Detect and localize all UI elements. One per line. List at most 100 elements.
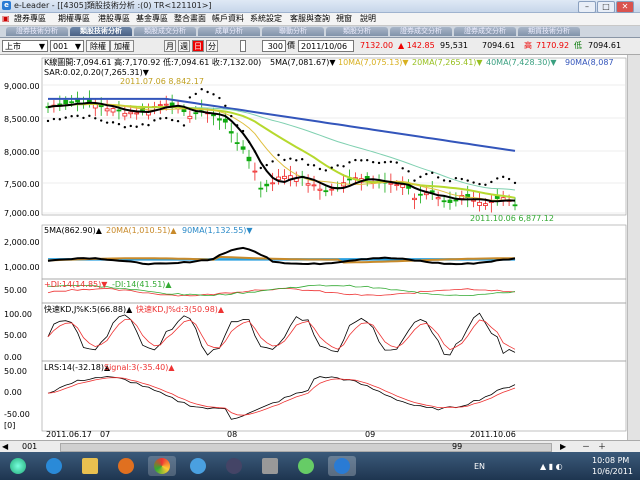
- sar-dot: [230, 114, 233, 118]
- price-tick: 8,000.00: [4, 148, 40, 157]
- candle-body: [347, 178, 352, 181]
- tab-security-trade[interactable]: 證券成交分析: [390, 27, 452, 36]
- sar-dot: [170, 118, 174, 122]
- tab-linked-analysis[interactable]: 聯動分析: [262, 27, 324, 36]
- period-month-button[interactable]: 月: [164, 40, 176, 52]
- clock-date[interactable]: 10/6/2011: [592, 467, 633, 476]
- ma90-legend: 90MA(8,087: [565, 58, 614, 67]
- market-select[interactable]: 上市 ▼: [2, 40, 48, 52]
- lrs-tick: 0.00: [4, 388, 22, 397]
- vertical-scrollbar[interactable]: [627, 55, 640, 440]
- app-icon-tool[interactable]: [256, 456, 284, 476]
- period-minute-button[interactable]: 分: [206, 40, 218, 52]
- tab-futures-tech[interactable]: 期貨技術分析: [518, 27, 580, 36]
- date-label: 2011.06.17: [46, 430, 92, 439]
- candle-body: [157, 104, 163, 107]
- zero-label: [0]: [4, 421, 15, 430]
- tab-sector-trade[interactable]: 類股成交分析: [134, 27, 196, 36]
- adjust-button[interactable]: 加權: [110, 40, 134, 52]
- sar-dot: [330, 166, 333, 169]
- menu-item-window[interactable]: 視窗: [336, 13, 352, 25]
- menu-item-service[interactable]: 客服與查詢: [290, 13, 330, 25]
- menu-item-options[interactable]: 期權專區: [58, 13, 90, 25]
- sar-dot: [46, 119, 50, 123]
- clock-time[interactable]: 10:08 PM: [592, 456, 629, 465]
- menu-item-funds[interactable]: 基金專區: [136, 13, 168, 25]
- menu-item-integrated[interactable]: 整合畫面: [174, 13, 206, 25]
- sar-dot: [283, 158, 286, 162]
- candle-body: [104, 108, 110, 112]
- count-input[interactable]: 300: [262, 40, 286, 52]
- vol-tick: 1,000.00: [4, 263, 40, 272]
- signal-legend: Signal:3(-35.40)▲: [104, 363, 175, 372]
- date-label: 09: [365, 430, 375, 439]
- sar-dot: [448, 179, 452, 183]
- app-icon-blue[interactable]: [184, 456, 212, 476]
- code-select[interactable]: 001 ▼: [50, 40, 84, 52]
- candle-body: [305, 183, 311, 186]
- sar-dot: [342, 165, 345, 168]
- technical-chart[interactable]: 9,000.00 8,500.00 8,000.00 7,500.00 7,00…: [0, 55, 627, 440]
- tab-sector-analysis[interactable]: 類股分析: [326, 27, 388, 36]
- language-indicator[interactable]: EN: [474, 462, 485, 471]
- date-label: 2011.10.06: [470, 430, 516, 439]
- start-button[interactable]: [4, 456, 32, 476]
- sar-dot: [366, 158, 369, 162]
- sar-dot: [407, 170, 410, 173]
- menu-item-hk[interactable]: 港股專區: [98, 13, 130, 25]
- candle-body: [394, 184, 400, 187]
- period-day-button[interactable]: 日: [192, 40, 204, 52]
- tab-order-analysis[interactable]: 成單分析: [198, 27, 260, 36]
- ie-icon[interactable]: [40, 456, 68, 476]
- minute-stepper[interactable]: [240, 40, 246, 52]
- app-icon: e: [2, 1, 11, 10]
- candle-body: [163, 103, 169, 106]
- minimize-button[interactable]: –: [578, 1, 596, 13]
- menu-item-account[interactable]: 帳戶資料: [212, 13, 244, 25]
- horizontal-scrollbar[interactable]: [60, 443, 552, 452]
- open-value: 7094.61: [482, 41, 516, 50]
- maximize-button[interactable]: □: [597, 1, 615, 13]
- period-week-button[interactable]: 週: [178, 40, 190, 52]
- sar-dot: [224, 104, 227, 107]
- media-player-icon[interactable]: [112, 456, 140, 476]
- sar-dot: [176, 119, 180, 123]
- tab-security-tech[interactable]: 證券技術分析: [6, 27, 68, 36]
- sar-dot: [490, 180, 493, 184]
- chart-area[interactable]: 9,000.00 8,500.00 8,000.00 7,500.00 7,00…: [0, 55, 640, 440]
- sar-dot: [188, 96, 192, 99]
- price-change: ▲ 142.85: [398, 41, 435, 50]
- sar-dot: [123, 125, 127, 129]
- sar-dot: [389, 160, 393, 164]
- sar-dot: [247, 140, 251, 144]
- sar-dot: [52, 117, 56, 121]
- candle-body: [329, 188, 335, 191]
- candle-body: [483, 203, 488, 206]
- sar-dot: [182, 124, 186, 127]
- sar-dot: [70, 115, 73, 118]
- chrome-icon[interactable]: [148, 456, 176, 476]
- app-icon-photo[interactable]: [292, 456, 320, 476]
- chart-toolbar: 上市 ▼ 001 ▼ 除權 加權 月 週 日 分 300 價 2011/10/06▼…: [0, 38, 640, 63]
- tray-icons[interactable]: ▲ ▮ ◐: [540, 462, 563, 471]
- candle-body: [264, 183, 270, 187]
- candle-body: [98, 104, 104, 108]
- explorer-icon[interactable]: [76, 456, 104, 476]
- menu-item-help[interactable]: 說明: [360, 13, 376, 25]
- menu-item-securities[interactable]: 證券專區: [14, 13, 46, 25]
- sar-dot: [496, 177, 499, 180]
- e-leader-icon[interactable]: [328, 456, 356, 476]
- app-icon-media[interactable]: [220, 456, 248, 476]
- tab-sector-tech[interactable]: 類股技術分析: [70, 27, 132, 36]
- sar-dot: [513, 181, 517, 185]
- date-value: 2011/10/06: [301, 42, 348, 51]
- date-select[interactable]: 2011/10/06▼: [298, 40, 354, 63]
- candle-body: [270, 182, 276, 185]
- close-button[interactable]: ✕: [616, 1, 634, 13]
- tab-security-trade-2[interactable]: 證券成交分析: [454, 27, 516, 36]
- sar-dot: [165, 116, 168, 120]
- sar-legend: SAR:0.02,0.20(7,265.31)▼: [44, 68, 150, 77]
- menu-item-settings[interactable]: 系統設定: [250, 13, 282, 25]
- window-title: e-Leader - [[4305]類股技術分析 :(0) TR<121101>…: [14, 1, 212, 10]
- restore-button[interactable]: 除權: [86, 40, 110, 52]
